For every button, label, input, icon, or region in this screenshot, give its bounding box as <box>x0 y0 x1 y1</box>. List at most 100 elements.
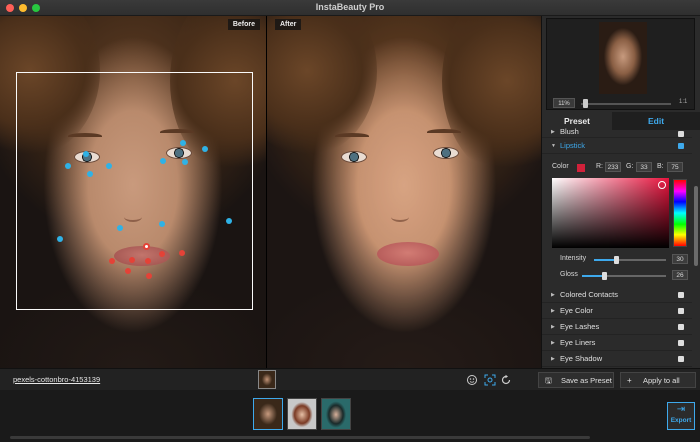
intensity-slider-row: Intensity 30 <box>542 254 692 266</box>
toggle-checkbox[interactable] <box>678 292 684 298</box>
side-panel: 11% 1:1 Preset Edit ▶ Blush ▼ Lipstick C… <box>541 16 700 368</box>
expand-arrow-icon: ▶ <box>551 340 555 346</box>
landmark-point[interactable] <box>180 140 186 146</box>
landmark-point[interactable] <box>160 158 166 164</box>
color-picker-cursor[interactable] <box>658 181 666 189</box>
panel-scrollbar[interactable] <box>694 186 698 266</box>
expand-arrow-icon: ▶ <box>551 292 555 298</box>
expand-arrow-icon: ▶ <box>551 324 555 330</box>
face-detect-icon[interactable] <box>484 374 496 386</box>
export-label: Export <box>670 417 692 424</box>
lip-landmark-point[interactable] <box>146 273 152 279</box>
lip-landmark-point[interactable] <box>145 258 151 264</box>
green-label: G: <box>626 163 634 170</box>
color-picker[interactable] <box>552 178 669 248</box>
face-detection-box[interactable] <box>16 72 253 310</box>
landmark-point[interactable] <box>226 218 232 224</box>
green-value-field[interactable]: 33 <box>636 162 652 172</box>
red-label: R: <box>596 163 603 170</box>
plus-icon: + <box>627 376 632 385</box>
app-title: InstaBeauty Pro <box>315 2 385 12</box>
actual-size-button[interactable]: 1:1 <box>679 99 687 105</box>
intensity-slider-knob[interactable] <box>614 256 619 264</box>
apply-to-all-label: Apply to all <box>643 376 680 385</box>
after-photo[interactable]: After <box>267 16 541 368</box>
save-icon: 🖫 <box>545 376 552 385</box>
landmark-point[interactable] <box>159 221 165 227</box>
hue-slider[interactable] <box>673 179 687 247</box>
filmstrip-photo[interactable] <box>321 398 351 430</box>
landmark-point[interactable] <box>182 159 188 165</box>
toggle-checkbox[interactable] <box>678 340 684 346</box>
gloss-slider-row: Gloss 26 <box>542 270 692 282</box>
selected-lip-landmark-point[interactable] <box>142 242 150 250</box>
expand-arrow-icon: ▶ <box>551 356 555 362</box>
lip-landmark-point[interactable] <box>179 250 185 256</box>
navigator-thumbnail[interactable] <box>599 22 647 94</box>
landmark-point[interactable] <box>106 163 112 169</box>
color-label: Color <box>552 163 569 170</box>
filmstrip-photo[interactable] <box>287 398 317 430</box>
filmstrip-photo[interactable] <box>253 398 283 430</box>
gloss-label: Gloss <box>560 271 578 278</box>
landmark-point[interactable] <box>57 236 63 242</box>
feature-row-eye-lashes[interactable]: ▶ Eye Lashes <box>542 319 692 335</box>
current-photo-thumbnail[interactable] <box>258 370 276 389</box>
zoom-value[interactable]: 11% <box>553 98 575 108</box>
export-button[interactable]: ⇥ Export <box>667 402 695 430</box>
gloss-value[interactable]: 26 <box>672 270 688 280</box>
before-photo[interactable]: Before <box>0 16 266 368</box>
blue-label: B: <box>657 163 664 170</box>
intensity-label: Intensity <box>560 255 587 262</box>
landmark-point[interactable] <box>117 225 123 231</box>
zoom-slider-knob[interactable] <box>583 99 588 108</box>
blue-value-field[interactable]: 75 <box>667 162 683 172</box>
landmark-point[interactable] <box>87 171 93 177</box>
title-bar: InstaBeauty Pro <box>0 0 700 16</box>
intensity-slider[interactable] <box>594 256 666 264</box>
file-name-link[interactable]: pexels-cottonbro-4153139 <box>13 375 100 384</box>
toggle-checkbox[interactable] <box>678 131 684 137</box>
feature-row-eye-liners[interactable]: ▶ Eye Liners <box>542 335 692 351</box>
feature-label: Eye Shadow <box>560 354 603 363</box>
red-value-field[interactable]: 233 <box>605 162 621 172</box>
toggle-checkbox[interactable] <box>678 143 684 149</box>
toggle-checkbox[interactable] <box>678 356 684 362</box>
feature-label: Eye Color <box>560 306 593 315</box>
filmstrip: ⇥ Export <box>0 390 700 442</box>
feature-row-lipstick[interactable]: ▼ Lipstick <box>542 138 692 154</box>
before-label: Before <box>227 19 260 30</box>
bottom-toolbar: pexels-cottonbro-4153139 🖫 Save as Prese… <box>0 368 700 390</box>
feature-row-eye-color[interactable]: ▶ Eye Color <box>542 303 692 319</box>
refresh-icon[interactable] <box>500 374 512 386</box>
zoom-slider-track[interactable] <box>581 103 671 105</box>
navigator: 11% 1:1 <box>546 18 695 110</box>
lip-landmark-point[interactable] <box>109 258 115 264</box>
lip-landmark-point[interactable] <box>125 268 131 274</box>
color-swatch[interactable] <box>577 164 585 172</box>
feature-label: Eye Lashes <box>560 322 600 331</box>
toggle-checkbox[interactable] <box>678 308 684 314</box>
feature-row-eye-shadow[interactable]: ▶ Eye Shadow <box>542 351 692 367</box>
feature-row-colored-contacts[interactable]: ▶ Colored Contacts <box>542 287 692 303</box>
face-reset-icon[interactable] <box>466 374 478 386</box>
toggle-checkbox[interactable] <box>678 324 684 330</box>
after-label: After <box>275 19 302 30</box>
gloss-slider[interactable] <box>582 272 666 280</box>
landmark-point[interactable] <box>202 146 208 152</box>
expand-arrow-icon: ▶ <box>551 308 555 314</box>
filmstrip-scrollbar[interactable] <box>10 436 590 439</box>
gloss-slider-knob[interactable] <box>602 272 607 280</box>
feature-label: Eye Liners <box>560 338 596 347</box>
lip-landmark-point[interactable] <box>129 257 135 263</box>
landmark-point[interactable] <box>83 151 89 157</box>
expand-arrow-icon: ▶ <box>551 129 555 135</box>
save-as-preset-label: Save as Preset <box>561 376 612 385</box>
feature-row-blush[interactable]: ▶ Blush <box>542 126 692 138</box>
photo-area: Before After <box>0 16 541 368</box>
intensity-value[interactable]: 30 <box>672 254 688 264</box>
apply-to-all-button[interactable]: + Apply to all <box>620 372 696 388</box>
landmark-point[interactable] <box>65 163 71 169</box>
save-as-preset-button[interactable]: 🖫 Save as Preset <box>538 372 614 388</box>
lip-landmark-point[interactable] <box>159 251 165 257</box>
